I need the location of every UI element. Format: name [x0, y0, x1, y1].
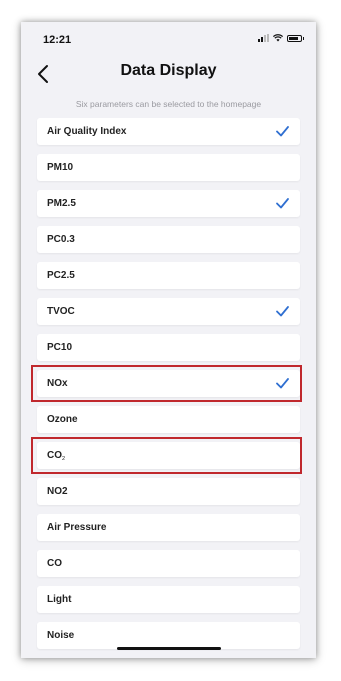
parameter-label: Light: [47, 594, 72, 605]
page-title: Data Display: [120, 62, 217, 79]
parameter-label: Air Pressure: [47, 522, 107, 533]
checkmark-icon: [276, 378, 289, 389]
status-time: 12:21: [43, 34, 72, 46]
parameter-item[interactable]: PM10: [37, 154, 300, 181]
selection-hint: Six parameters can be selected to the ho…: [75, 99, 262, 109]
parameter-label: PC0.3: [47, 234, 75, 245]
parameter-item[interactable]: NO2: [37, 478, 300, 505]
parameter-label: NOx: [47, 378, 68, 389]
status-bar: 12:21: [21, 22, 316, 56]
parameter-label: PC10: [47, 342, 73, 353]
parameter-label: TVOC: [47, 306, 75, 317]
parameter-item[interactable]: TVOC: [37, 298, 300, 325]
parameter-label: CO2: [47, 450, 66, 462]
parameter-item[interactable]: Air Quality Index: [37, 118, 300, 145]
parameter-label: PC2.5: [47, 270, 75, 281]
nav-bar: Data Display: [21, 56, 316, 98]
phone-screen: 12:21 Data Display Six parameters can be…: [21, 22, 316, 658]
status-icons: [258, 34, 304, 42]
parameter-label: CO: [47, 558, 62, 569]
parameter-item[interactable]: Ozone: [37, 406, 300, 433]
parameter-label: NO2: [47, 486, 68, 497]
checkmark-icon: [276, 126, 289, 137]
parameter-item[interactable]: Air Pressure: [37, 514, 300, 541]
home-indicator: [117, 647, 221, 650]
parameter-item[interactable]: Noise: [37, 622, 300, 649]
parameter-item[interactable]: CO2: [37, 442, 300, 469]
battery-icon: [287, 34, 304, 42]
checkmark-icon: [276, 198, 289, 209]
parameter-item[interactable]: NOx: [37, 370, 300, 397]
parameter-item[interactable]: CO: [37, 550, 300, 577]
checkmark-icon: [276, 306, 289, 317]
parameter-item[interactable]: PC0.3: [37, 226, 300, 253]
parameter-label: PM10: [47, 162, 74, 173]
parameter-label-subscript: 2: [62, 456, 66, 462]
parameter-item[interactable]: PC10: [37, 334, 300, 361]
parameter-label: Air Quality Index: [47, 126, 127, 137]
wifi-icon: [273, 34, 283, 42]
parameter-label: Ozone: [47, 414, 78, 425]
parameter-item[interactable]: PM2.5: [37, 190, 300, 217]
signal-icon: [258, 34, 269, 42]
parameter-label: Noise: [47, 630, 75, 641]
parameter-item[interactable]: PC2.5: [37, 262, 300, 289]
parameter-item[interactable]: Light: [37, 586, 300, 613]
parameter-label: PM2.5: [47, 198, 76, 209]
